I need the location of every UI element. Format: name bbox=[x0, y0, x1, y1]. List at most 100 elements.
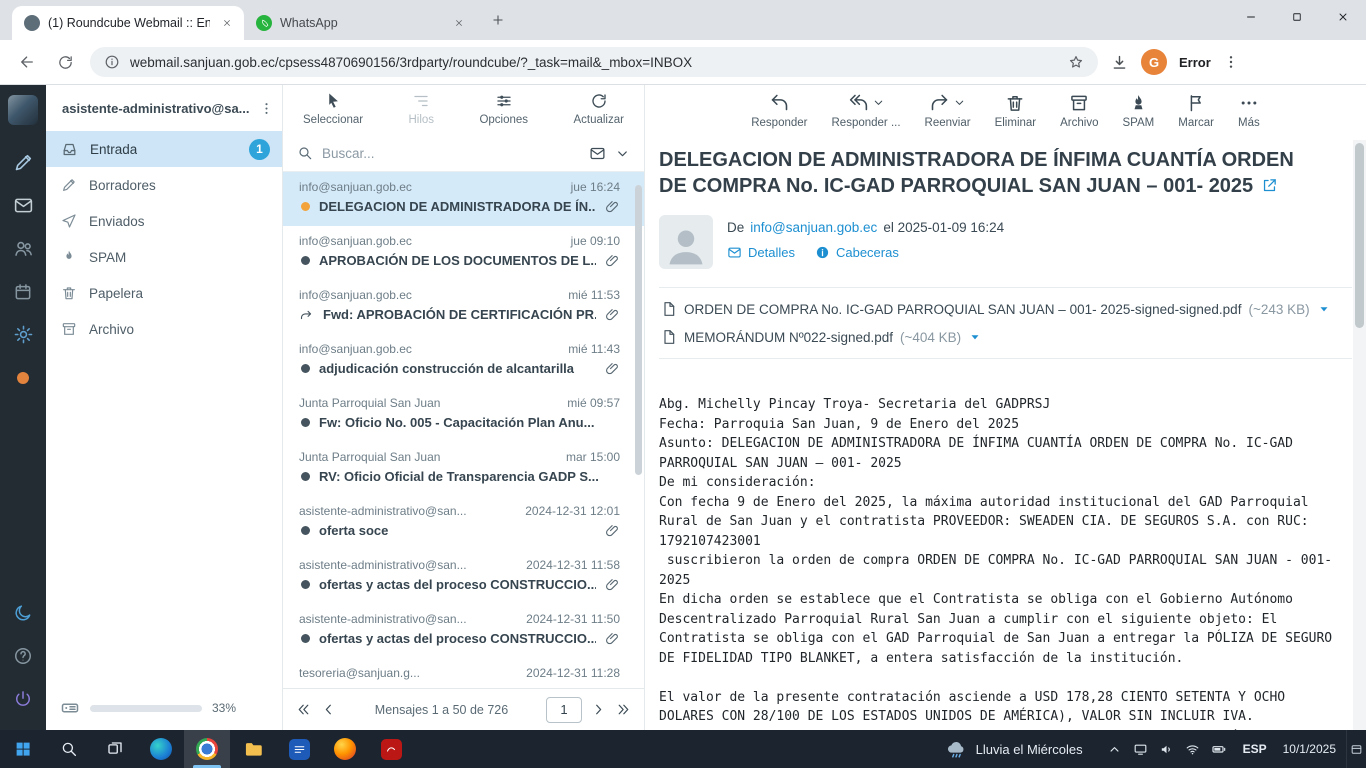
list-item[interactable]: Junta Parroquial San Juanmar 15:00 RV: O… bbox=[283, 442, 644, 496]
firefox-icon[interactable] bbox=[322, 730, 368, 768]
new-tab-button[interactable] bbox=[484, 6, 512, 34]
downloads-icon[interactable] bbox=[1110, 53, 1129, 72]
task-view-button[interactable] bbox=[92, 730, 138, 768]
first-page-icon[interactable] bbox=[295, 701, 312, 718]
cpanel-button[interactable] bbox=[0, 356, 46, 399]
back-button[interactable] bbox=[14, 49, 40, 75]
archive-button[interactable]: Archivo bbox=[1060, 92, 1098, 137]
acrobat-icon[interactable] bbox=[368, 730, 414, 768]
sidebar-item-archive[interactable]: Archivo bbox=[46, 311, 282, 347]
next-page-icon[interactable] bbox=[590, 701, 607, 718]
details-toggle[interactable]: Detalles bbox=[727, 245, 795, 260]
message-scrollbar-thumb[interactable] bbox=[1355, 143, 1364, 328]
list-item[interactable]: asistente-administrativo@san...2024-12-3… bbox=[283, 496, 644, 550]
unread-indicator[interactable] bbox=[301, 364, 310, 373]
attachment-row[interactable]: ORDEN DE COMPRA No. IC-GAD PARROQUIAL SA… bbox=[661, 295, 1350, 323]
list-item[interactable]: asistente-administrativo@san...2024-12-3… bbox=[283, 604, 644, 658]
search-input[interactable] bbox=[322, 146, 580, 161]
from-address-link[interactable]: info@sanjuan.gob.ec bbox=[750, 220, 877, 235]
site-info-icon[interactable] bbox=[104, 54, 120, 70]
tab-close-icon[interactable] bbox=[218, 14, 236, 32]
headers-toggle[interactable]: Cabeceras bbox=[815, 245, 899, 260]
mark-button[interactable]: Marcar bbox=[1178, 92, 1214, 137]
sidebar-item-inbox[interactable]: Entrada 1 bbox=[46, 131, 282, 167]
settings-button[interactable] bbox=[0, 313, 46, 356]
delete-button[interactable]: Eliminar bbox=[995, 92, 1037, 137]
logout-button[interactable] bbox=[0, 677, 46, 720]
attachment-row[interactable]: MEMORÁNDUM Nº022-signed.pdf (~404 KB) bbox=[661, 323, 1350, 351]
search-scope-mail-icon[interactable] bbox=[589, 145, 606, 162]
dark-mode-button[interactable] bbox=[0, 591, 46, 634]
unread-indicator[interactable] bbox=[301, 472, 310, 481]
unread-indicator[interactable] bbox=[301, 634, 310, 643]
browser-tab-roundcube[interactable]: (1) Roundcube Webmail :: Entra bbox=[12, 6, 244, 40]
list-item[interactable]: Junta Parroquial San Juanmié 09:57 Fw: O… bbox=[283, 388, 644, 442]
sidebar-item-drafts[interactable]: Borradores bbox=[46, 167, 282, 203]
threads-button[interactable]: Hilos bbox=[409, 92, 435, 135]
sidebar-item-spam[interactable]: SPAM bbox=[46, 239, 282, 275]
volume-icon[interactable] bbox=[1159, 742, 1174, 757]
spam-button[interactable]: SPAM bbox=[1122, 92, 1154, 137]
help-button[interactable] bbox=[0, 634, 46, 677]
address-bar[interactable]: webmail.sanjuan.gob.ec/cpsess4870690156/… bbox=[90, 47, 1098, 77]
page-number-input[interactable] bbox=[546, 697, 582, 723]
message-scrollbar-track[interactable] bbox=[1353, 140, 1366, 730]
calendar-button[interactable] bbox=[0, 270, 46, 313]
browser-tab-whatsapp[interactable]: WhatsApp bbox=[244, 6, 476, 40]
unread-indicator[interactable] bbox=[301, 256, 310, 265]
options-button[interactable]: Opciones bbox=[479, 92, 528, 135]
list-item[interactable]: info@sanjuan.gob.ecmié 11:53 Fwd: APROBA… bbox=[283, 280, 644, 334]
chrome-icon[interactable] bbox=[184, 730, 230, 768]
attachment-menu-chevron-icon[interactable] bbox=[1317, 302, 1331, 316]
more-button[interactable]: Más bbox=[1238, 92, 1260, 137]
unread-indicator[interactable] bbox=[301, 418, 310, 427]
network-icon[interactable] bbox=[1185, 742, 1200, 757]
search-button[interactable] bbox=[46, 730, 92, 768]
list-item[interactable]: info@sanjuan.gob.ecjue 09:10 APROBACIÓN … bbox=[283, 226, 644, 280]
display-icon[interactable] bbox=[1133, 742, 1148, 757]
mail-task-button[interactable] bbox=[0, 184, 46, 227]
account-menu-icon[interactable] bbox=[259, 101, 274, 116]
battery-icon[interactable] bbox=[1211, 741, 1227, 757]
list-item[interactable]: info@sanjuan.gob.ecmié 11:43 adjudicació… bbox=[283, 334, 644, 388]
weather-widget[interactable]: Lluvia el Miércoles bbox=[931, 738, 1097, 760]
maximize-button[interactable] bbox=[1274, 0, 1320, 34]
previous-page-icon[interactable] bbox=[320, 701, 337, 718]
sidebar-item-sent[interactable]: Enviados bbox=[46, 203, 282, 239]
attachment-name[interactable]: ORDEN DE COMPRA No. IC-GAD PARROQUIAL SA… bbox=[684, 302, 1241, 317]
refresh-button[interactable] bbox=[52, 49, 78, 75]
reply-all-button[interactable]: Responder ... bbox=[832, 92, 901, 137]
bookmark-star-icon[interactable] bbox=[1068, 54, 1084, 70]
refresh-button[interactable]: Actualizar bbox=[573, 92, 624, 135]
notification-corner-icon[interactable] bbox=[1346, 730, 1366, 768]
external-link-icon[interactable] bbox=[1261, 177, 1278, 194]
word-icon[interactable] bbox=[276, 730, 322, 768]
compose-button[interactable] bbox=[0, 141, 46, 184]
browser-menu-icon[interactable] bbox=[1223, 54, 1239, 70]
list-item[interactable]: asistente-administrativo@san...2024-12-3… bbox=[283, 550, 644, 604]
contacts-button[interactable] bbox=[0, 227, 46, 270]
list-scrollbar[interactable] bbox=[635, 185, 642, 475]
search-options-chevron-icon[interactable] bbox=[615, 146, 630, 161]
sidebar-item-trash[interactable]: Papelera bbox=[46, 275, 282, 311]
forward-button[interactable]: Reenviar bbox=[925, 92, 971, 137]
attachment-name[interactable]: MEMORÁNDUM Nº022-signed.pdf bbox=[684, 330, 893, 345]
tab-close-icon[interactable] bbox=[450, 14, 468, 32]
profile-avatar[interactable]: G bbox=[1141, 49, 1167, 75]
tray-expand-chevron-icon[interactable] bbox=[1107, 742, 1122, 757]
reply-button[interactable]: Responder bbox=[751, 92, 807, 137]
keyboard-language[interactable]: ESP bbox=[1237, 742, 1273, 756]
last-page-icon[interactable] bbox=[615, 701, 632, 718]
unread-indicator[interactable] bbox=[301, 580, 310, 589]
select-button[interactable]: Seleccionar bbox=[303, 92, 363, 135]
clock-date[interactable]: 10/1/2025 bbox=[1273, 742, 1346, 756]
url-text[interactable]: webmail.sanjuan.gob.ec/cpsess4870690156/… bbox=[130, 55, 1058, 70]
list-item[interactable]: info@sanjuan.gob.ecjue 16:24 DELEGACION … bbox=[283, 172, 644, 226]
file-explorer-icon[interactable] bbox=[230, 730, 276, 768]
attachment-menu-chevron-icon[interactable] bbox=[968, 330, 982, 344]
start-button[interactable] bbox=[0, 730, 46, 768]
list-item[interactable]: tesoreria@sanjuan.g...2024-12-31 11:28 bbox=[283, 658, 644, 688]
close-button[interactable] bbox=[1320, 0, 1366, 34]
flag-indicator[interactable] bbox=[301, 202, 310, 211]
edge-icon[interactable] bbox=[138, 730, 184, 768]
